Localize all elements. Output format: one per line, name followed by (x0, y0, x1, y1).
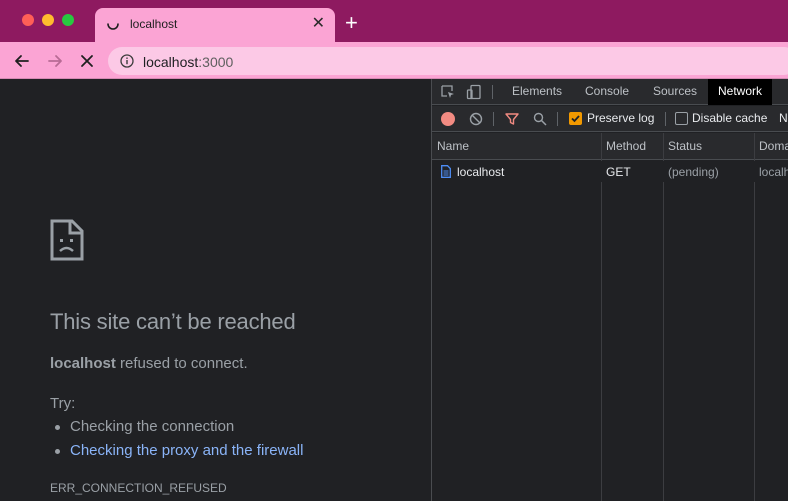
network-table-header: Name Method Status Doma (432, 133, 788, 160)
new-tab-button[interactable]: + (345, 11, 358, 35)
preserve-log-checkbox[interactable] (569, 112, 582, 125)
error-host: localhost (50, 355, 116, 372)
window-maximize-button[interactable] (62, 14, 74, 26)
error-code: ERR_CONNECTION_REFUSED (50, 481, 227, 495)
clear-icon[interactable] (469, 112, 483, 126)
forward-arrow-icon[interactable] (45, 51, 65, 71)
url-text[interactable]: localhost:3000 (143, 54, 233, 70)
record-button[interactable] (441, 112, 455, 126)
error-title: This site can’t be reached (50, 309, 296, 334)
filter-icon[interactable] (505, 112, 519, 126)
tab-elements[interactable]: Elements (502, 79, 572, 105)
window-minimize-button[interactable] (42, 14, 54, 26)
search-icon[interactable] (533, 112, 547, 126)
browser-tab[interactable]: localhost ✕ (95, 8, 335, 42)
disable-cache-checkbox[interactable] (675, 112, 688, 125)
network-toolbar: Preserve log Disable cache No (432, 106, 788, 132)
error-page: This site can’t be reached localhost ref… (0, 79, 431, 501)
tab-close-icon[interactable]: ✕ (312, 14, 325, 34)
request-status: (pending) (668, 165, 719, 179)
window-close-button[interactable] (22, 14, 34, 26)
table-row[interactable]: localhost GET (pending) localh (432, 161, 788, 182)
toolbar-divider (493, 112, 494, 126)
preserve-log-label[interactable]: Preserve log (587, 111, 654, 125)
tab-sources[interactable]: Sources (643, 79, 707, 105)
loading-spinner-icon (107, 23, 119, 30)
column-header-name[interactable]: Name (437, 139, 469, 153)
url-port: :3000 (198, 54, 234, 70)
address-bar[interactable]: localhost:3000 (108, 47, 788, 75)
throttling-label[interactable]: No (779, 111, 788, 125)
column-header-method[interactable]: Method (606, 139, 646, 153)
request-name: localhost (457, 165, 505, 179)
request-domain: localh (759, 165, 788, 179)
tab-strip: localhost ✕ + (0, 0, 788, 42)
column-header-status[interactable]: Status (668, 139, 702, 153)
devtools-panel: Elements Console Sources Network Preserv… (431, 79, 788, 501)
tab-console[interactable]: Console (575, 79, 639, 105)
error-description-text: refused to connect. (115, 355, 248, 372)
back-arrow-icon[interactable] (12, 51, 32, 71)
toolbar-divider (557, 112, 558, 126)
toolbar-divider (492, 85, 493, 99)
sad-document-icon (50, 219, 84, 261)
site-info-icon[interactable] (120, 54, 134, 68)
error-description: localhost refused to connect. (50, 355, 248, 372)
column-divider (663, 133, 664, 501)
request-method: GET (606, 165, 631, 179)
suggestion-link-proxy-firewall[interactable]: Checking the proxy and the firewall (54, 442, 303, 459)
device-toolbar-icon[interactable] (466, 84, 482, 100)
url-host: localhost (143, 54, 199, 70)
inspect-element-icon[interactable] (440, 84, 456, 100)
document-icon (441, 165, 451, 178)
column-divider (754, 133, 755, 501)
suggestion-item: Checking the connection (54, 418, 235, 435)
tab-network[interactable]: Network (708, 79, 773, 105)
devtools-tab-bar: Elements Console Sources Network (432, 79, 788, 105)
tab-title: localhost (130, 17, 178, 31)
checkmark-icon (571, 115, 580, 123)
column-divider (601, 133, 602, 501)
toolbar-divider (665, 112, 666, 126)
browser-toolbar: localhost:3000 (0, 42, 788, 79)
column-header-domain[interactable]: Doma (759, 139, 788, 153)
try-label: Try: (50, 395, 76, 412)
disable-cache-label[interactable]: Disable cache (692, 111, 767, 125)
stop-loading-icon[interactable] (77, 51, 97, 71)
